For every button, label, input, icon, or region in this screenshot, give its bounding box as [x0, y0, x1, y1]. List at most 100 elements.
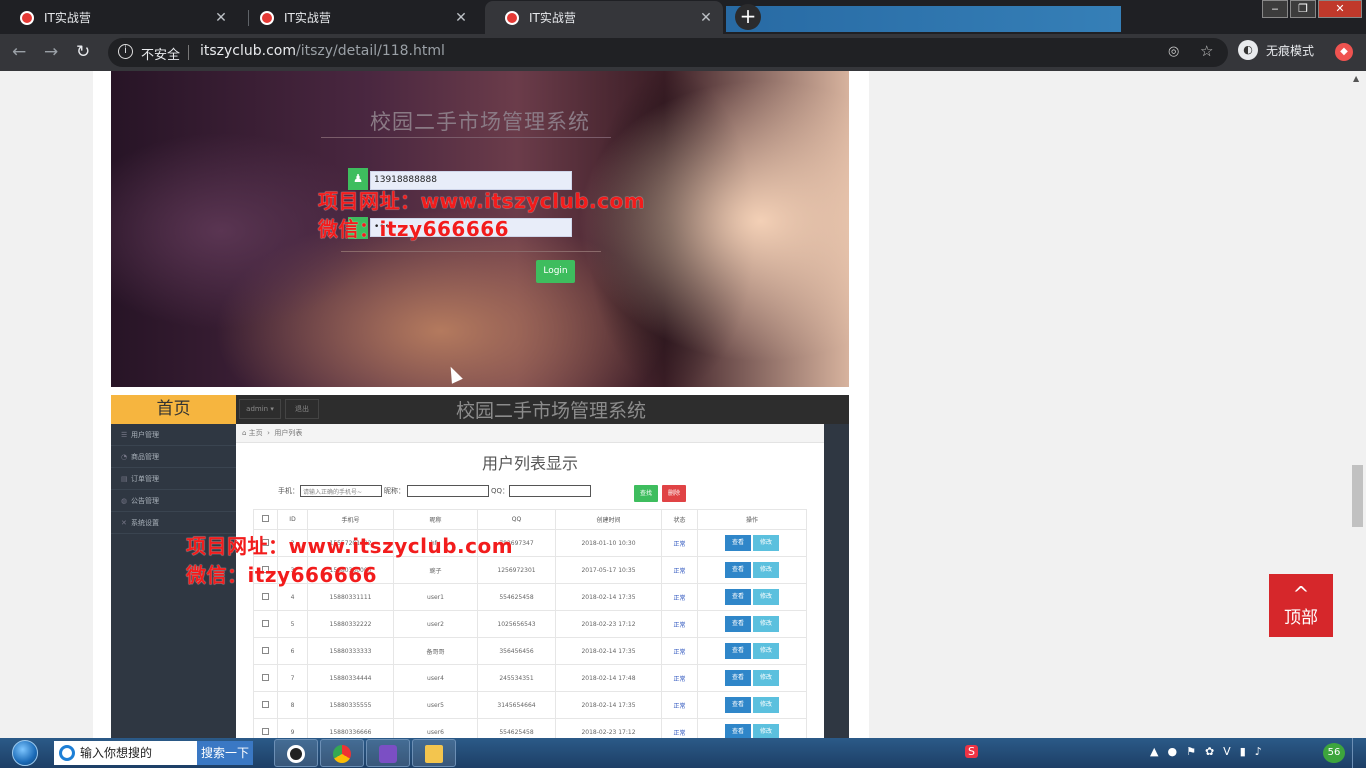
back-to-top-button[interactable]: ^ 顶部	[1269, 574, 1333, 637]
form-divider	[341, 251, 601, 252]
edit-button: 修改	[753, 616, 779, 632]
reload-icon[interactable]: ↻	[76, 42, 90, 62]
chrome-icon	[333, 745, 351, 763]
vs-taskbar-app[interactable]	[366, 739, 410, 767]
sidebar-item: ✕ 系统设置	[111, 512, 236, 534]
column-header: 手机号	[307, 509, 394, 530]
cell-id: 7	[277, 664, 308, 692]
qq-label: QQ：	[491, 487, 510, 495]
cell-nick: user4	[393, 664, 478, 692]
cell-qq: 1025656543	[477, 610, 556, 638]
close-tab-icon[interactable]: ✕	[212, 10, 230, 26]
qq-taskbar-app[interactable]	[274, 739, 318, 767]
volume-icon[interactable]: ♪	[1255, 745, 1262, 758]
bookmark-star-icon[interactable]: ☆	[1200, 42, 1213, 60]
qq-penguin-icon	[287, 745, 305, 763]
edit-button: 修改	[753, 670, 779, 686]
close-tab-icon[interactable]: ✕	[452, 10, 470, 26]
taskbar-search-button[interactable]: 搜索一下	[197, 741, 253, 765]
tab-title: IT实战营	[284, 11, 331, 25]
close-tab-icon[interactable]: ✕	[697, 10, 715, 26]
tab-2[interactable]: IT实战营 ✕	[240, 1, 478, 34]
extension-icon[interactable]: ◆	[1335, 43, 1353, 61]
chevron-up-icon: ^	[1292, 582, 1310, 606]
phone-label: 手机：	[278, 487, 299, 495]
tab-title: IT实战营	[44, 11, 91, 25]
column-header: 创建时间	[555, 509, 662, 530]
tab-strip: IT实战营 ✕ IT实战营 ✕ IT实战营 ✕ + ‒ ❐ ✕	[0, 0, 1366, 34]
sidebar-item: ◔ 商品管理	[111, 446, 236, 468]
cell-actions: 查看 修改	[697, 529, 807, 557]
cell-phone: 15880335555	[307, 691, 394, 719]
incognito-indicator[interactable]: ◐ 无痕模式	[1238, 40, 1314, 60]
network-icon[interactable]: ▮	[1240, 745, 1246, 758]
title-underline	[321, 137, 611, 138]
watermark-wechat: 微信：itzy666666	[318, 217, 510, 241]
v-tray-icon[interactable]: V	[1223, 745, 1231, 758]
qq-filter-input	[509, 485, 591, 497]
table-row: 9 15880336666 user6 554625458 2018-02-23 17:…	[253, 718, 807, 738]
url-host: itszyclub.com	[200, 43, 297, 59]
tab-3-active[interactable]: IT实战营 ✕	[485, 1, 723, 34]
cell-status: 正常	[661, 556, 698, 584]
cell-nick: user1	[393, 583, 478, 611]
scroll-up-icon[interactable]: ▲	[1353, 74, 1359, 83]
tracking-blocked-icon[interactable]: ◎	[1168, 44, 1179, 59]
watermark-website-2: 项目网址：www.itszyclub.com	[186, 534, 514, 558]
tab-1[interactable]: IT实战营 ✕	[0, 1, 238, 34]
taskbar-search-input[interactable]: 输入你想搜的	[54, 741, 197, 765]
column-header: ID	[277, 509, 308, 530]
forward-icon[interactable]: →	[44, 42, 58, 62]
cell-status: 正常	[661, 637, 698, 665]
cell-id: 5	[277, 610, 308, 638]
flag-tray-icon[interactable]: ⚑	[1186, 745, 1196, 758]
cell-actions: 查看 修改	[697, 556, 807, 584]
badge-56[interactable]: 56	[1323, 743, 1345, 763]
qq-tray-icon[interactable]: ●	[1167, 745, 1177, 758]
back-icon[interactable]: ←	[12, 42, 26, 62]
site-favicon-icon	[260, 10, 274, 25]
flower-tray-icon[interactable]: ✿	[1205, 745, 1214, 758]
cell-nick: 备哥哥	[393, 637, 478, 665]
sidebar-item: ▤ 订单管理	[111, 468, 236, 490]
start-button[interactable]	[4, 738, 44, 768]
cell-qq: 3145654664	[477, 691, 556, 719]
cell-created: 2018-01-10 10:30	[555, 529, 662, 557]
page-viewport: 校园二手市场管理系统 ♟ 13918888888 ••• Login 项目网址：…	[0, 71, 1349, 738]
edit-button: 修改	[753, 724, 779, 738]
cell-created: 2018-02-14 17:35	[555, 583, 662, 611]
cell-status: 正常	[661, 529, 698, 557]
scrollbar-thumb[interactable]	[1352, 465, 1363, 527]
admin-system-title: 校园二手市场管理系统	[456, 400, 647, 422]
cell-status: 正常	[661, 718, 698, 738]
restore-button[interactable]: ❐	[1290, 0, 1316, 18]
info-icon[interactable]: i	[118, 44, 133, 59]
explorer-taskbar-app[interactable]	[412, 739, 456, 767]
browser-toolbar: ← → ↻ i 不安全 itszyclub.com/itszy/detail/1…	[0, 34, 1366, 71]
security-label: 不安全	[141, 48, 181, 63]
view-button: 查看	[725, 589, 751, 605]
tray-expand-icon[interactable]: ▲	[1150, 745, 1158, 758]
tabstrip-background	[726, 6, 1121, 32]
minimize-button[interactable]: ‒	[1262, 0, 1288, 18]
site-favicon-icon	[505, 10, 519, 25]
page-scrollbar[interactable]: ▲	[1349, 71, 1366, 738]
watermark-wechat-2: 微信：itzy666666	[186, 563, 378, 587]
breadcrumb: ⌂ 主页 › 用户列表	[236, 424, 824, 443]
page-title: 用户列表显示	[481, 454, 578, 473]
show-desktop-button[interactable]	[1352, 738, 1366, 768]
cell-actions: 查看 修改	[697, 637, 807, 665]
cell-qq: 245534351	[477, 664, 556, 692]
settings-icon: ✕	[121, 519, 127, 527]
address-bar[interactable]: i 不安全 itszyclub.com/itszy/detail/118.htm…	[108, 38, 1228, 67]
cell-created: 2018-02-14 17:35	[555, 691, 662, 719]
close-window-button[interactable]: ✕	[1318, 0, 1362, 18]
cell-id: 9	[277, 718, 308, 738]
sogou-icon[interactable]: S	[965, 745, 978, 758]
chrome-taskbar-app[interactable]	[320, 739, 364, 767]
row-checkbox	[253, 610, 278, 638]
cell-created: 2017-05-17 10:35	[555, 556, 662, 584]
new-tab-button[interactable]: +	[735, 4, 761, 30]
cell-qq: 356456456	[477, 637, 556, 665]
table-header-row: ID 手机号 昵称 QQ 创建时间 状态 操作	[253, 509, 807, 530]
